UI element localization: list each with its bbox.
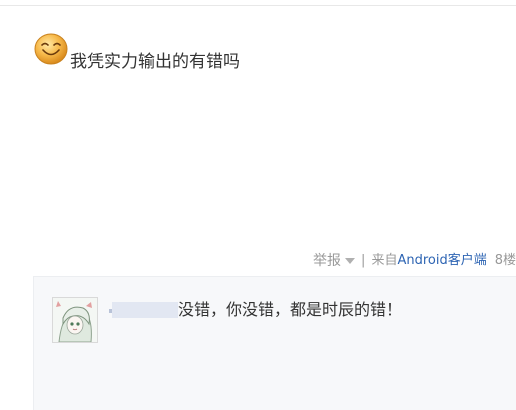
chevron-down-icon[interactable] — [345, 258, 356, 264]
anime-avatar-icon — [53, 298, 97, 343]
source-prefix: 来自 — [371, 253, 398, 268]
smiley-face-icon — [34, 32, 68, 66]
reply-avatar[interactable] — [52, 297, 98, 343]
smiley-face-svg — [34, 33, 68, 65]
post-meta-bar: 举报 | 来自 Android客户端 8楼 — [313, 252, 516, 270]
top-divider — [0, 5, 516, 6]
post-content: 我凭实力输出的有错吗 — [70, 52, 240, 72]
reply-username-blurred[interactable] — [109, 302, 178, 318]
report-link[interactable]: 举报 — [313, 252, 341, 270]
reply-container: 没错，你没错，都是时辰的错！ — [33, 276, 516, 410]
meta-separator: | — [361, 253, 366, 268]
reply-content: 没错，你没错，都是时辰的错！ — [178, 300, 403, 319]
client-link[interactable]: Android客户端 — [397, 252, 486, 270]
floor-number: 8楼 — [494, 253, 516, 268]
